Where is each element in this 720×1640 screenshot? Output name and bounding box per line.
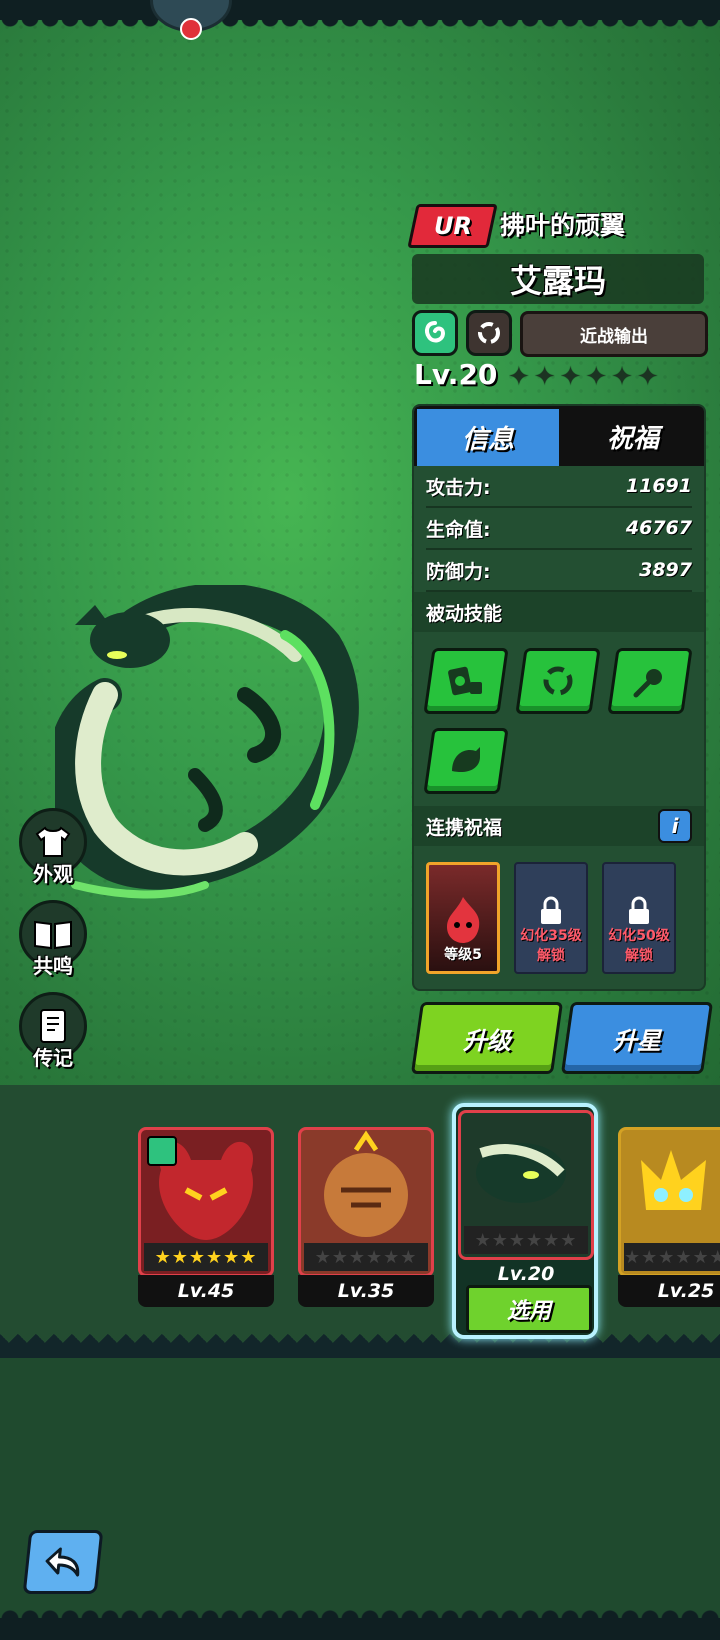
info-icon[interactable]: i	[658, 809, 692, 843]
stat-defense-value: 3897	[639, 559, 692, 581]
roster-level-2: Lv.35	[298, 1275, 434, 1307]
back-button[interactable]	[22, 1530, 104, 1594]
upgrade-label: 升级	[463, 1026, 511, 1055]
hero-dragon-illustration	[55, 585, 359, 899]
resonance-label: 共鸣	[33, 954, 73, 978]
stat-defense: 防御力: 3897	[426, 550, 692, 592]
yellow-beast-portrait-icon	[641, 1150, 706, 1210]
stat-attack: 攻击力: 11691	[426, 466, 692, 508]
roster-stars-4: ★★★★★★	[624, 1243, 720, 1271]
skill-dash-orb-icon[interactable]	[607, 648, 693, 714]
bless-slot-1[interactable]: 等级5	[426, 862, 500, 974]
stat-attack-label: 攻击力:	[426, 476, 491, 499]
roster-portrait-3: ★★★★★★	[458, 1110, 594, 1260]
equip-badge-icon	[147, 1136, 177, 1166]
roster-portrait-2: ★★★★★★	[298, 1127, 434, 1277]
fire-spirit-icon	[447, 897, 480, 943]
back-arrow-icon	[45, 1547, 80, 1577]
upgrade-button[interactable]: 升级	[410, 1002, 564, 1074]
passive-skills-grid	[414, 632, 704, 806]
resonance-button[interactable]: 共鸣	[18, 900, 88, 979]
select-button[interactable]: 选用	[466, 1285, 592, 1333]
class-swirl-icon[interactable]	[466, 310, 512, 356]
bless-slot-2-sub: 解锁	[537, 948, 565, 964]
dragon-portrait-icon	[476, 1143, 566, 1203]
bless-title: 连携祝福	[426, 816, 503, 839]
role-tag[interactable]: 近战输出	[520, 311, 708, 357]
bless-header: 连携祝福 i	[414, 806, 704, 846]
hero-star-rating: ✦✦✦✦✦✦	[508, 362, 663, 392]
roster-card-1[interactable]: ★★★★★★ Lv.45	[138, 1127, 274, 1307]
hero-info-panel: 信息 祝福 攻击力: 11691 生命值: 46767 防御力: 3897 被动…	[412, 404, 706, 991]
tab-info[interactable]: 信息	[414, 406, 562, 466]
roster-portrait-4: ★★★★★★	[618, 1127, 720, 1277]
hero-subtitle: 拂叶的顽翼	[500, 211, 626, 240]
spike-divider-base	[0, 1352, 720, 1358]
bless-slot-1-label: 等级5	[444, 947, 482, 963]
notification-dot	[180, 18, 202, 40]
passive-skills-title: 被动技能	[426, 602, 503, 625]
tab-blessing[interactable]: 祝福	[562, 406, 704, 466]
rarity-text: UR	[433, 212, 472, 240]
star-up-label: 升星	[613, 1026, 661, 1055]
bless-slot-3[interactable]: 幻化50级 解锁	[602, 862, 676, 974]
passive-skills-header: 被动技能	[414, 592, 704, 632]
roster-level-4: Lv.25	[618, 1275, 720, 1307]
hero-name-bar: 艾露玛	[412, 254, 704, 304]
bottom-border	[0, 1609, 720, 1640]
roster-stars-2: ★★★★★★	[304, 1243, 428, 1271]
skill-card-dice-icon[interactable]	[423, 648, 509, 714]
roster-stars-1: ★★★★★★	[144, 1243, 268, 1271]
roster-card-4[interactable]: ★★★★★★ Lv.25	[618, 1127, 720, 1307]
stat-defense-label: 防御力:	[426, 560, 491, 583]
rarity-badge: UR	[407, 204, 498, 248]
biography-label: 传记	[33, 1046, 73, 1070]
panel-tabs: 信息 祝福	[414, 406, 704, 466]
bless-slot-2[interactable]: 幻化35级 解锁	[514, 862, 588, 974]
stat-attack-value: 11691	[625, 475, 692, 497]
appearance-label: 外观	[33, 862, 73, 886]
bless-slot-3-label: 幻化50级	[608, 928, 670, 944]
roster-card-2[interactable]: ★★★★★★ Lv.35	[298, 1127, 434, 1307]
roster-card-3[interactable]: ★★★★★★ Lv.20	[458, 1110, 594, 1290]
hero-level: Lv.20	[414, 358, 498, 391]
pumpkin-portrait-icon	[324, 1130, 408, 1237]
roster-stars-3: ★★★★★★	[464, 1226, 588, 1254]
element-wind-icon[interactable]	[412, 310, 458, 356]
roster-level-1: Lv.45	[138, 1275, 274, 1307]
top-border	[0, 0, 720, 28]
stat-hp-label: 生命值:	[426, 518, 491, 541]
lock-icon	[629, 896, 649, 924]
bless-slots: 等级5 幻化35级 解锁 幻化50级 解锁	[414, 846, 704, 989]
stat-hp-value: 46767	[625, 517, 692, 539]
lock-icon	[541, 896, 561, 924]
star-up-button[interactable]: 升星	[560, 1002, 714, 1074]
appearance-button[interactable]: 外观	[18, 808, 88, 887]
bless-slot-2-label: 幻化35级	[520, 928, 582, 944]
hero-name: 艾露玛	[509, 262, 606, 300]
biography-button[interactable]: 传记	[18, 992, 88, 1071]
skill-swirl-icon[interactable]	[515, 648, 601, 714]
roster-portrait-1: ★★★★★★	[138, 1127, 274, 1277]
skill-beast-icon[interactable]	[423, 728, 509, 794]
stat-hp: 生命值: 46767	[426, 508, 692, 550]
bless-slot-3-sub: 解锁	[625, 948, 653, 964]
